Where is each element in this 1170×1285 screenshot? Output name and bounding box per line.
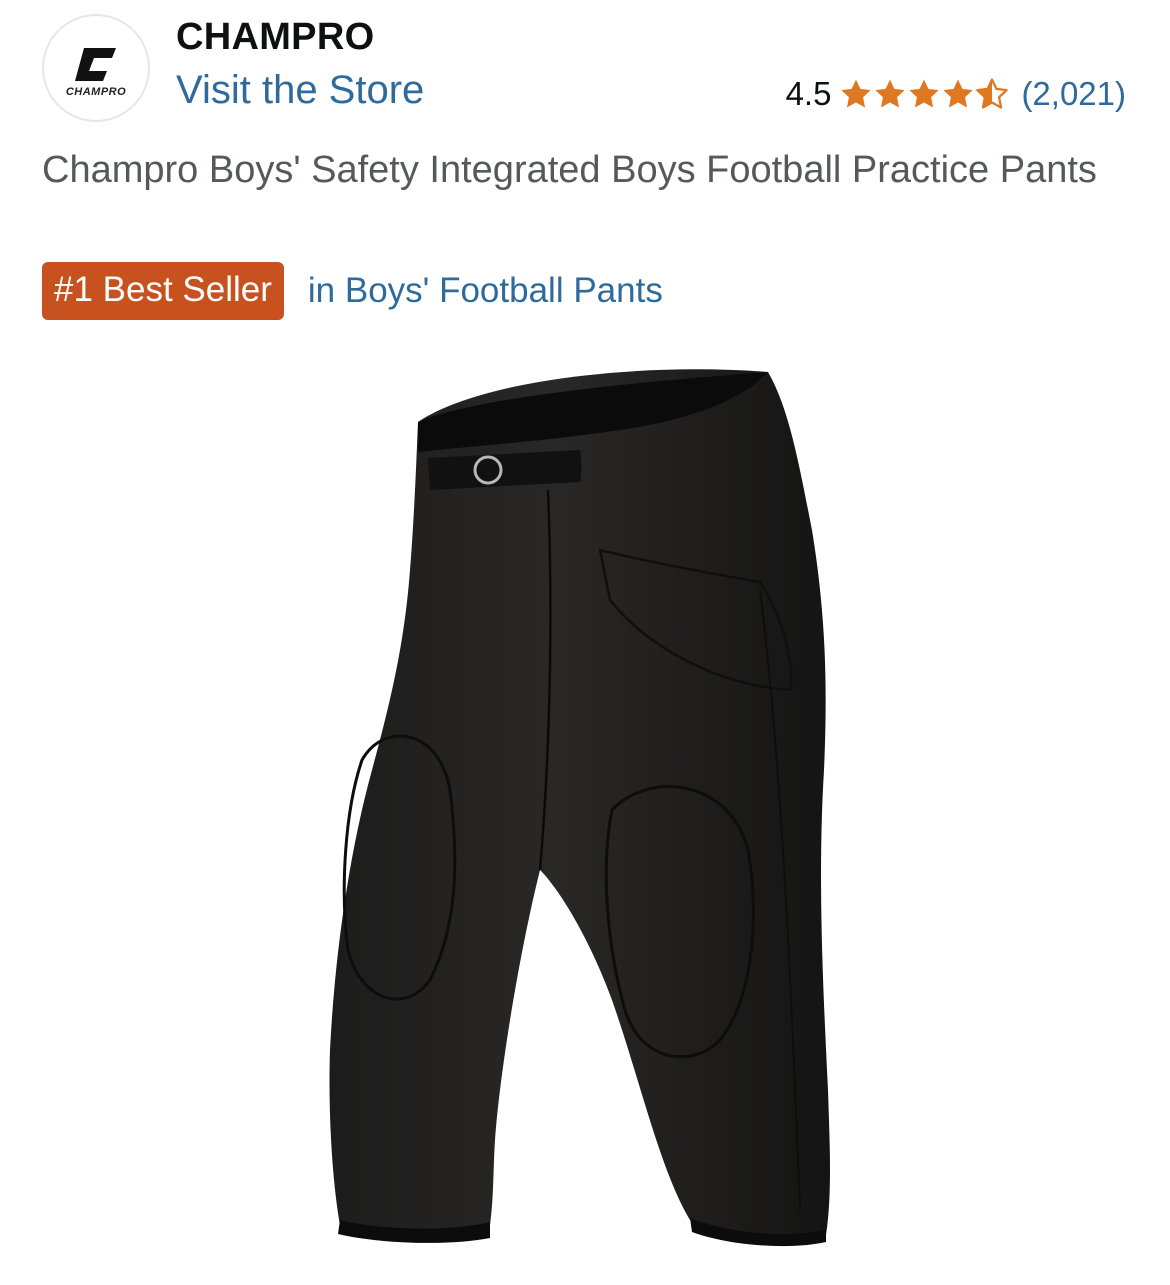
visit-store-link[interactable]: Visit the Store: [176, 68, 424, 113]
category-link[interactable]: in Boys' Football Pants: [308, 271, 663, 311]
brand-name: CHAMPRO: [176, 16, 375, 58]
star-rating[interactable]: [839, 77, 1009, 111]
star-icon: [909, 79, 940, 108]
brand-logo[interactable]: CHAMPRO: [42, 14, 150, 122]
star-icon: [943, 79, 974, 108]
product-title: Champro Boys' Safety Integrated Boys Foo…: [42, 149, 1097, 191]
football-pants-image[interactable]: [0, 350, 1170, 1285]
rating-row[interactable]: 4.5 (2,021): [786, 72, 1126, 116]
champro-c-icon: [75, 48, 116, 81]
rating-value: 4.5: [785, 75, 832, 112]
best-seller-badge[interactable]: #1 Best Seller: [42, 262, 284, 320]
star-icon: [841, 79, 872, 108]
logo-text: CHAMPRO: [65, 86, 127, 98]
review-count-link[interactable]: (2,021): [1021, 75, 1126, 113]
half-star-icon: [976, 78, 1009, 109]
best-seller-row[interactable]: #1 Best Seller in Boys' Football Pants: [42, 262, 663, 320]
star-icon: [875, 79, 906, 108]
